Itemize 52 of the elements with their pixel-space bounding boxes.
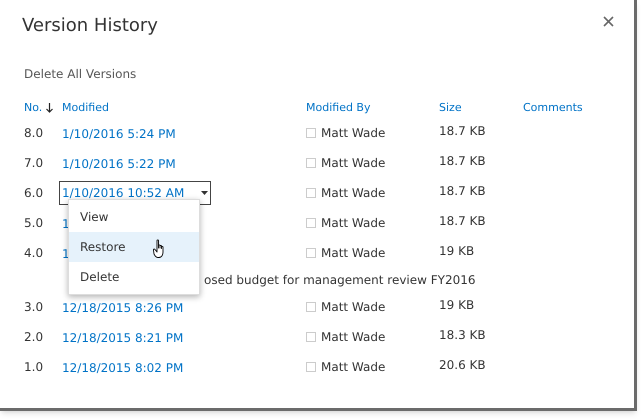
file-size: 18.7 KB bbox=[439, 213, 487, 230]
version-link[interactable]: 1/10/2016 5:22 PM bbox=[62, 157, 176, 171]
version-link[interactable]: 1/10/2016 5:24 PM bbox=[62, 127, 176, 141]
column-header[interactable]: No. bbox=[24, 100, 42, 116]
version-number: 6.0 bbox=[24, 185, 44, 202]
presence-icon bbox=[306, 188, 316, 198]
modified-by-name: Matt Wade bbox=[321, 359, 386, 376]
dialog-title: Version History bbox=[22, 14, 158, 38]
column-header[interactable]: Size bbox=[439, 100, 462, 116]
version-number: 7.0 bbox=[24, 155, 44, 172]
modified-by-name: Matt Wade bbox=[321, 299, 386, 316]
modified-by-name: Matt Wade bbox=[321, 155, 386, 172]
modified-by-name: Matt Wade bbox=[321, 125, 386, 142]
version-number: 1.0 bbox=[24, 359, 44, 376]
version-link[interactable]: 1 bbox=[62, 217, 70, 231]
menu-item[interactable]: View bbox=[69, 202, 199, 232]
version-number: 5.0 bbox=[24, 215, 44, 232]
file-size: 18.7 KB bbox=[439, 153, 487, 170]
file-size: 18.3 KB bbox=[439, 327, 487, 344]
column-header[interactable]: Modified By bbox=[306, 100, 370, 116]
version-link[interactable]: 12/18/2015 8:21 PM bbox=[62, 331, 184, 345]
delete-all-versions-link[interactable]: Delete All Versions bbox=[24, 65, 136, 83]
modified-by-name: Matt Wade bbox=[321, 185, 386, 202]
presence-icon bbox=[306, 128, 316, 138]
menu-item[interactable]: Delete bbox=[69, 262, 199, 292]
file-size: 18.7 KB bbox=[439, 183, 487, 200]
presence-icon bbox=[306, 248, 316, 258]
modified-by-name: Matt Wade bbox=[321, 329, 386, 346]
file-size: 20.6 KB bbox=[439, 357, 487, 374]
column-header[interactable]: Comments bbox=[523, 100, 583, 116]
file-size: 19 KB bbox=[439, 243, 476, 260]
modified-by-name: Matt Wade bbox=[321, 245, 386, 262]
presence-icon bbox=[306, 218, 316, 228]
version-number: 4.0 bbox=[24, 245, 44, 262]
version-number: 2.0 bbox=[24, 329, 44, 346]
version-number: 3.0 bbox=[24, 299, 44, 316]
file-size: 19 KB bbox=[439, 297, 476, 314]
modified-by-name: Matt Wade bbox=[321, 215, 386, 232]
caret-icon bbox=[201, 191, 208, 195]
version-number: 8.0 bbox=[24, 125, 44, 142]
version-link[interactable]: 12/18/2015 8:02 PM bbox=[62, 361, 184, 375]
presence-icon bbox=[306, 362, 316, 372]
menu-item[interactable]: Restore bbox=[69, 232, 199, 262]
version-comment: osed budget for management review FY2016 bbox=[204, 272, 476, 289]
column-header[interactable]: Modified bbox=[62, 100, 109, 116]
version-link[interactable]: 12/18/2015 8:26 PM bbox=[62, 301, 184, 315]
close-icon[interactable] bbox=[603, 16, 614, 27]
version-link[interactable]: 1 bbox=[62, 247, 70, 261]
presence-icon bbox=[306, 332, 316, 342]
file-size: 18.7 KB bbox=[439, 123, 487, 140]
presence-icon bbox=[306, 302, 316, 312]
presence-icon bbox=[306, 158, 316, 168]
